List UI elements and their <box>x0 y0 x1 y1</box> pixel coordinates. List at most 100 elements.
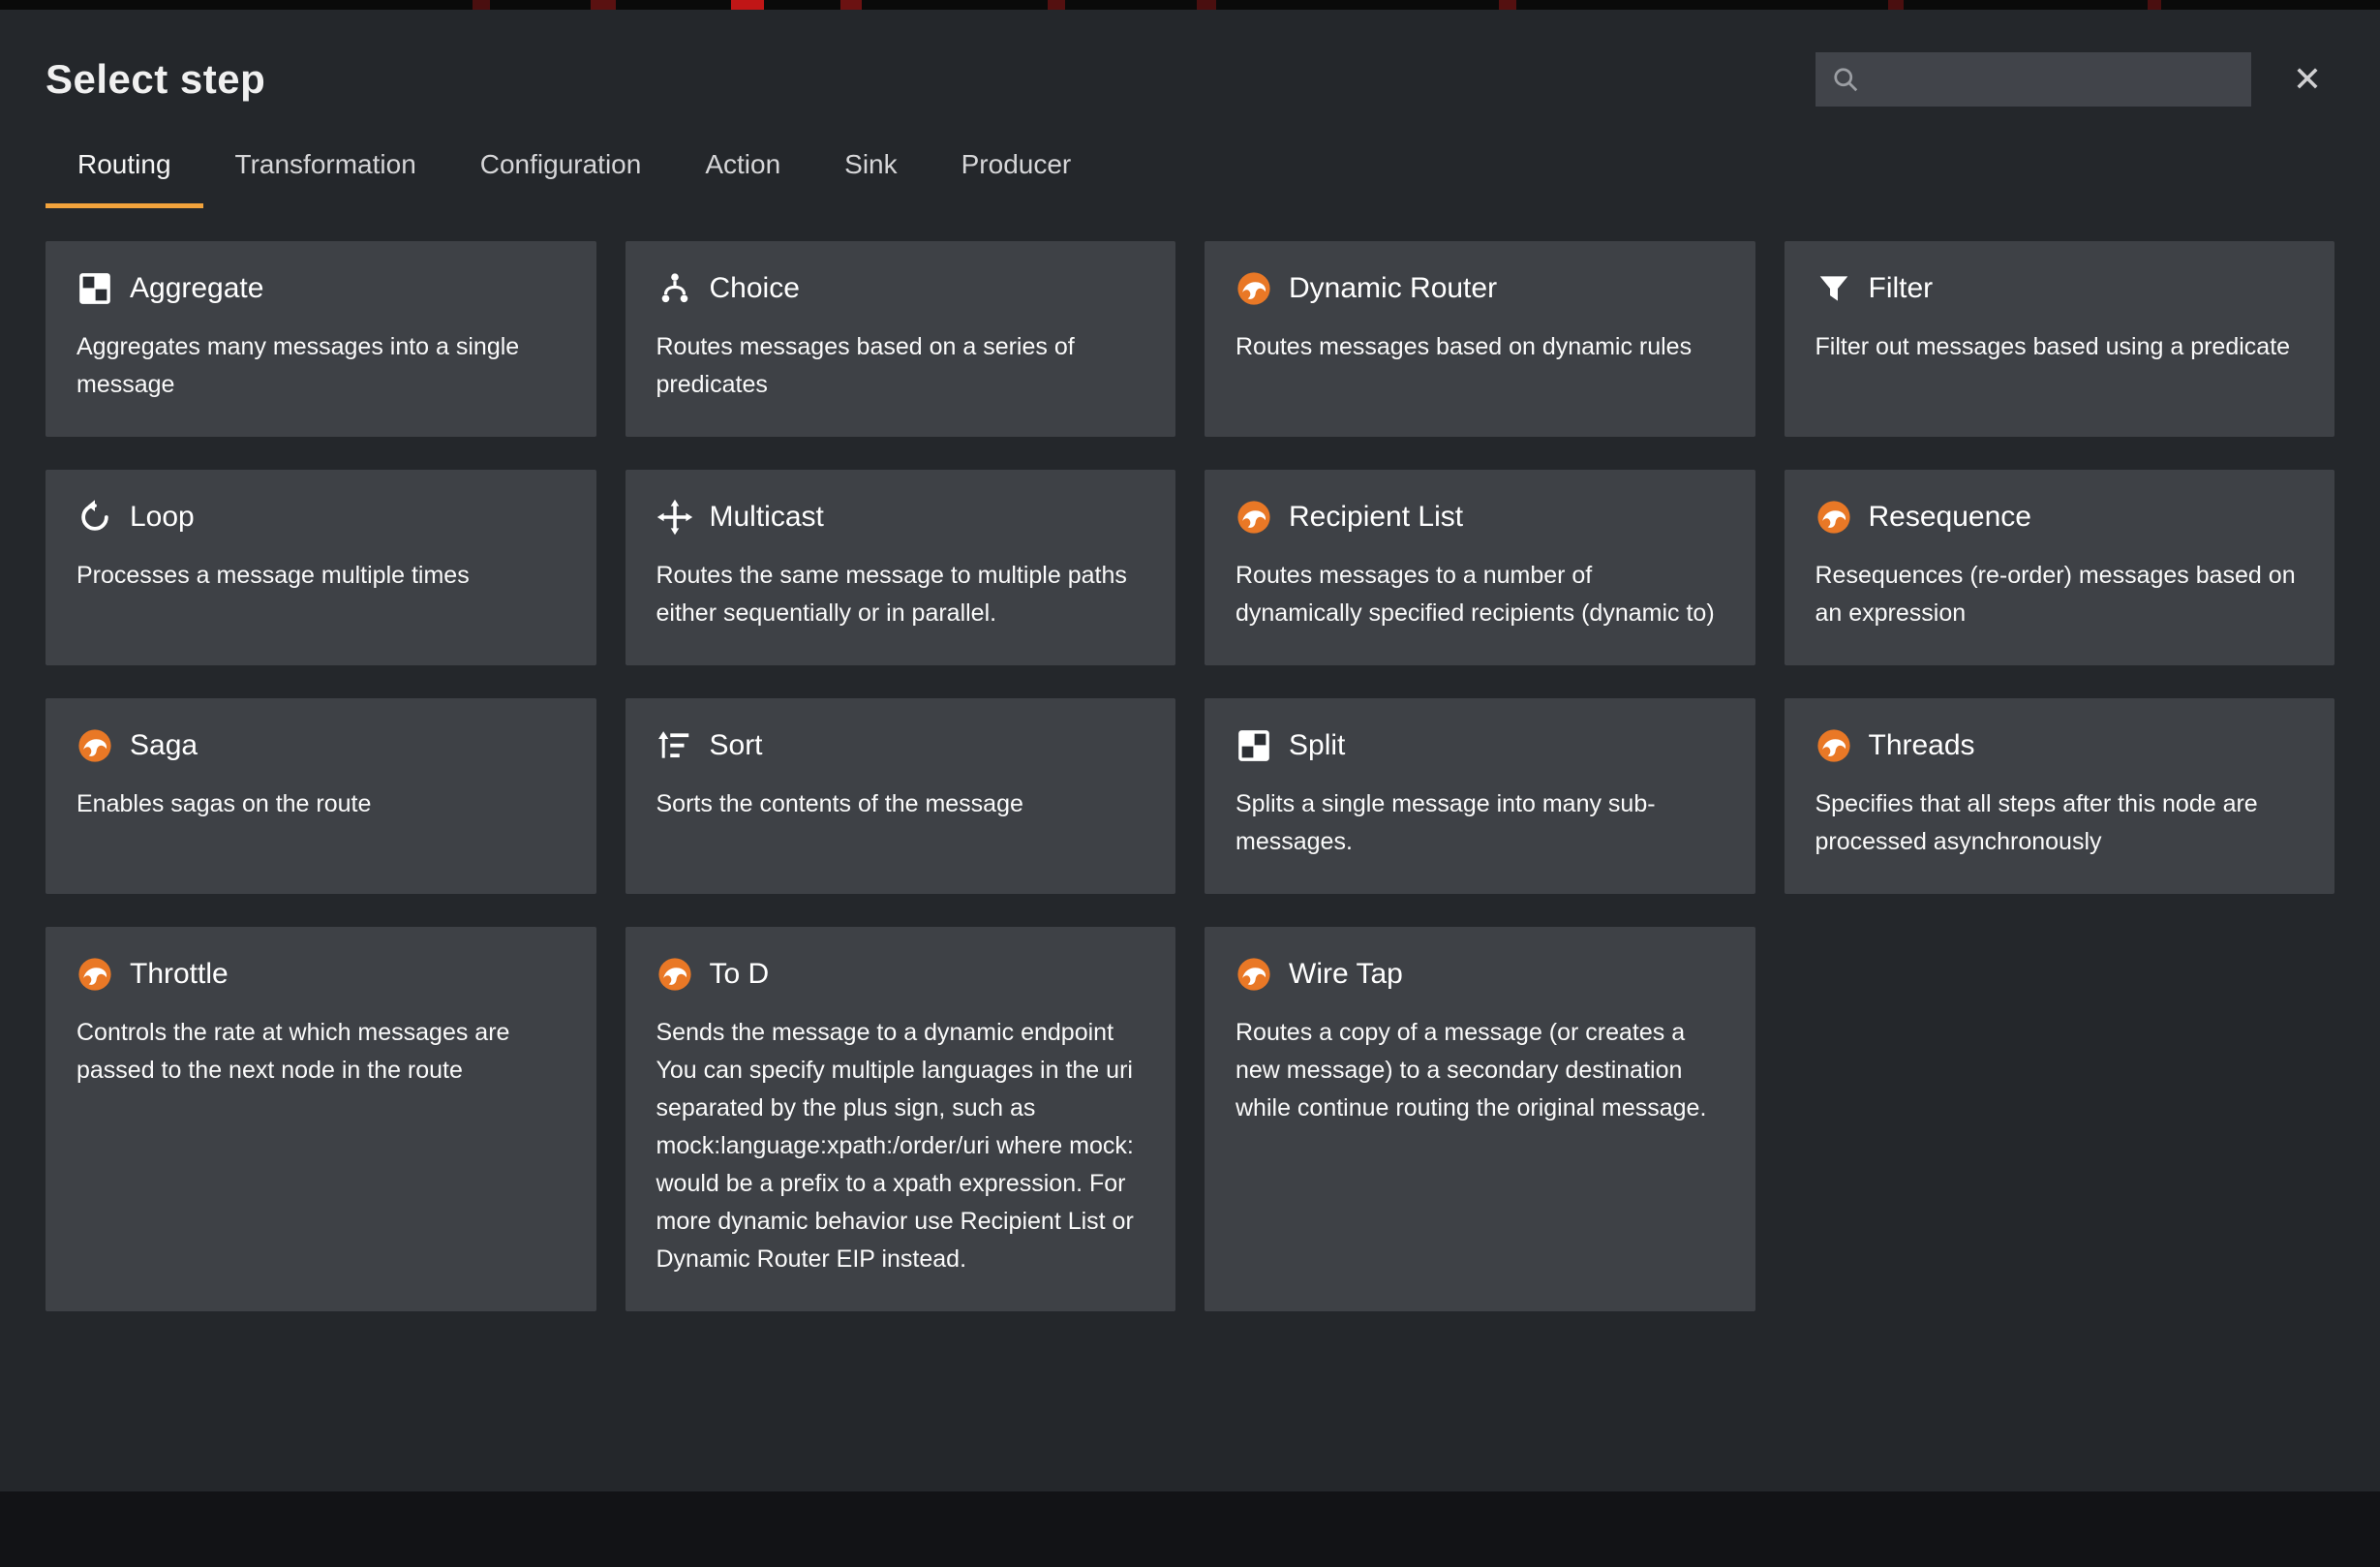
page-title: Select step <box>46 56 265 103</box>
card-throttle[interactable]: Throttle Controls the rate at which mess… <box>46 927 596 1311</box>
card-title: Split <box>1289 729 1345 762</box>
close-button[interactable]: ✕ <box>2280 52 2334 107</box>
choice-icon <box>656 270 693 307</box>
card-recipient-list[interactable]: Recipient List Routes messages to a numb… <box>1205 470 1755 665</box>
card-header: Choice <box>656 270 1145 307</box>
tab-label: Producer <box>961 149 1072 179</box>
card-header: Loop <box>76 499 565 536</box>
card-title: Sort <box>710 729 763 762</box>
select-step-modal: Select step ✕ Routing Transformation Con… <box>0 10 2380 1491</box>
tab-label: Transformation <box>235 149 416 179</box>
card-dynamic-router[interactable]: Dynamic Router Routes messages based on … <box>1205 241 1755 437</box>
tab-action[interactable]: Action <box>673 149 812 208</box>
search-input[interactable] <box>1816 52 2251 107</box>
card-title: To D <box>710 958 770 991</box>
card-title: Loop <box>130 501 195 534</box>
tab-bar: Routing Transformation Configuration Act… <box>46 149 2334 208</box>
card-title: Threads <box>1869 729 1975 762</box>
card-header: Throttle <box>76 956 565 993</box>
tab-label: Action <box>705 149 780 179</box>
card-aggregate[interactable]: Aggregate Aggregates many messages into … <box>46 241 596 437</box>
card-header: To D <box>656 956 1145 993</box>
card-description: Specifies that all steps after this node… <box>1816 785 2304 861</box>
card-description: Processes a message multiple times <box>76 557 565 595</box>
card-description: Splits a single message into many sub-me… <box>1236 785 1724 861</box>
top-strip-segment <box>840 0 862 10</box>
card-title: Choice <box>710 272 800 305</box>
card-description: Routes the same message to multiple path… <box>656 557 1145 632</box>
card-multicast[interactable]: Multicast Routes the same message to mul… <box>626 470 1176 665</box>
card-description: Routes messages based on a series of pre… <box>656 328 1145 404</box>
loop-icon <box>76 499 113 536</box>
card-threads[interactable]: Threads Specifies that all steps after t… <box>1785 698 2335 894</box>
card-title: Wire Tap <box>1289 958 1403 991</box>
card-title: Aggregate <box>130 272 263 305</box>
camel-icon <box>76 727 113 764</box>
tab-transformation[interactable]: Transformation <box>203 149 448 208</box>
card-description: Routes messages to a number of dynamical… <box>1236 557 1724 632</box>
camel-icon <box>1236 956 1272 993</box>
filter-icon <box>1816 270 1852 307</box>
card-title: Saga <box>130 729 198 762</box>
multicast-icon <box>656 499 693 536</box>
card-description: Enables sagas on the route <box>76 785 565 823</box>
card-header: Sort <box>656 727 1145 764</box>
tab-label: Configuration <box>480 149 642 179</box>
top-strip-segment <box>1197 0 1216 10</box>
top-strip-segment <box>1888 0 1904 10</box>
camel-icon <box>76 956 113 993</box>
card-description: Sends the message to a dynamic endpoint … <box>656 1014 1145 1278</box>
top-strip-segment <box>473 0 490 10</box>
top-strip <box>0 0 2380 10</box>
card-title: Filter <box>1869 272 1934 305</box>
camel-icon <box>1236 270 1272 307</box>
card-resequence[interactable]: Resequence Resequences (re-order) messag… <box>1785 470 2335 665</box>
card-header: Aggregate <box>76 270 565 307</box>
tab-producer[interactable]: Producer <box>930 149 1104 208</box>
card-title: Recipient List <box>1289 501 1463 534</box>
camel-icon <box>1816 499 1852 536</box>
card-header: Recipient List <box>1236 499 1724 536</box>
tab-routing[interactable]: Routing <box>46 149 203 208</box>
card-description: Aggregates many messages into a single m… <box>76 328 565 404</box>
card-filter[interactable]: Filter Filter out messages based using a… <box>1785 241 2335 437</box>
card-to-d[interactable]: To D Sends the message to a dynamic endp… <box>626 927 1176 1311</box>
card-header: Threads <box>1816 727 2304 764</box>
close-icon: ✕ <box>2293 59 2322 99</box>
split-icon <box>1236 727 1272 764</box>
sort-icon <box>656 727 693 764</box>
search-box[interactable] <box>1816 52 2251 107</box>
card-header: Split <box>1236 727 1724 764</box>
card-split[interactable]: Split Splits a single message into many … <box>1205 698 1755 894</box>
top-strip-segment <box>1499 0 1516 10</box>
card-title: Multicast <box>710 501 824 534</box>
card-saga[interactable]: Saga Enables sagas on the route <box>46 698 596 894</box>
card-title: Throttle <box>130 958 229 991</box>
camel-icon <box>1236 499 1272 536</box>
card-header: Multicast <box>656 499 1145 536</box>
card-wire-tap[interactable]: Wire Tap Routes a copy of a message (or … <box>1205 927 1755 1311</box>
camel-icon <box>1816 727 1852 764</box>
tab-label: Routing <box>77 149 171 179</box>
card-header: Resequence <box>1816 499 2304 536</box>
card-header: Dynamic Router <box>1236 270 1724 307</box>
search-icon <box>1831 65 1860 94</box>
card-description: Controls the rate at which messages are … <box>76 1014 565 1090</box>
tab-sink[interactable]: Sink <box>812 149 929 208</box>
card-title: Resequence <box>1869 501 2031 534</box>
card-loop[interactable]: Loop Processes a message multiple times <box>46 470 596 665</box>
card-choice[interactable]: Choice Routes messages based on a series… <box>626 241 1176 437</box>
card-header: Saga <box>76 727 565 764</box>
card-description: Resequences (re-order) messages based on… <box>1816 557 2304 632</box>
card-header: Wire Tap <box>1236 956 1724 993</box>
tab-label: Sink <box>844 149 897 179</box>
tab-configuration[interactable]: Configuration <box>448 149 674 208</box>
top-strip-segment <box>2148 0 2161 10</box>
camel-icon <box>656 956 693 993</box>
top-strip-segment <box>731 0 764 10</box>
card-description: Routes messages based on dynamic rules <box>1236 328 1724 366</box>
card-title: Dynamic Router <box>1289 272 1497 305</box>
step-card-grid: Aggregate Aggregates many messages into … <box>46 241 2334 1311</box>
aggregate-icon <box>76 270 113 307</box>
card-sort[interactable]: Sort Sorts the contents of the message <box>626 698 1176 894</box>
